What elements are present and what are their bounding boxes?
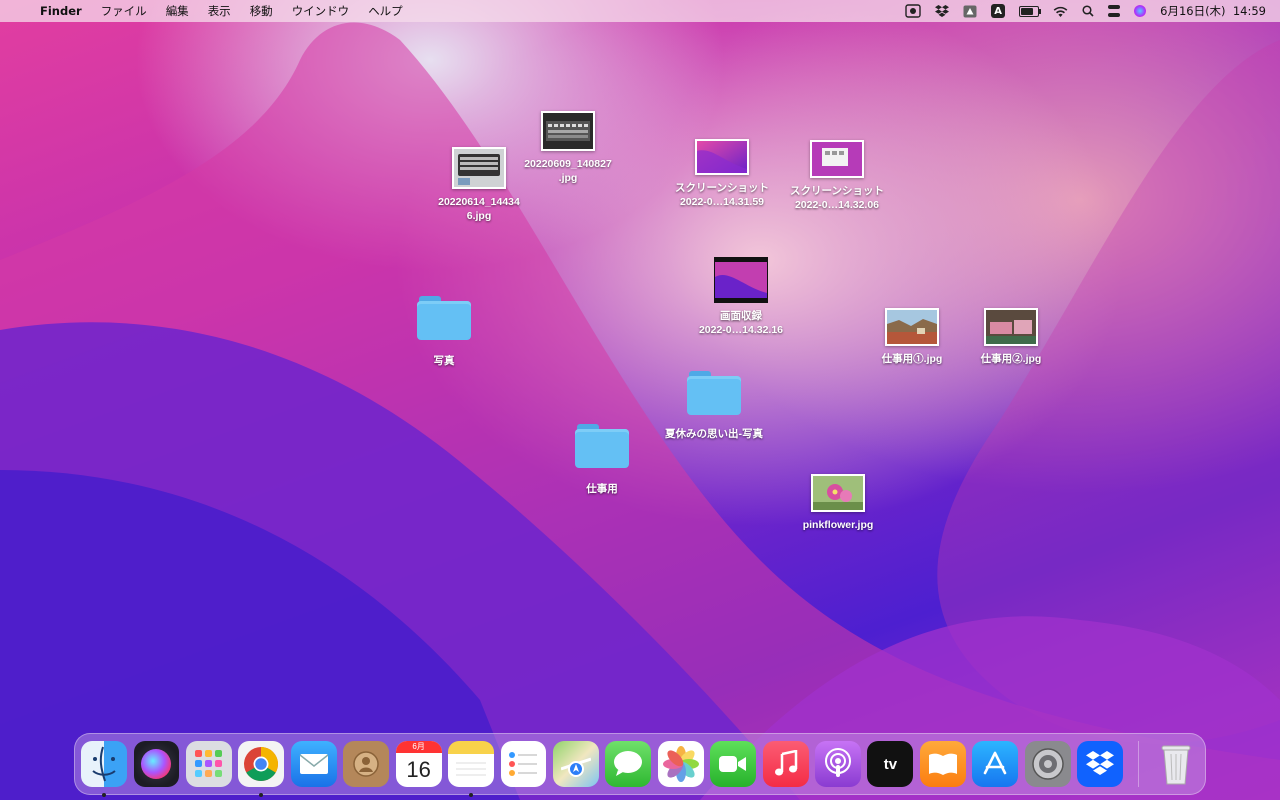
dock-books-icon[interactable]	[919, 741, 966, 787]
desktop-file-pinkflower[interactable]: pinkflower.jpg	[783, 474, 893, 532]
menu-bar: Finder ファイル 編集 表示 移動 ウインドウ ヘルプ A 6月16日(木…	[0, 0, 1280, 22]
dock-launchpad-icon[interactable]	[185, 741, 232, 787]
dock-podcasts-icon[interactable]	[815, 741, 861, 787]
calendar-month: 6月	[395, 741, 442, 753]
folder-icon	[687, 371, 741, 415]
dropbox-icon[interactable]	[935, 4, 950, 18]
folder-label: 写真	[433, 355, 455, 367]
file-label: 20220609_140827 .jpg	[524, 158, 612, 184]
calendar-day: 16	[406, 757, 431, 782]
desktop-folder-summer-memories[interactable]: 夏休みの思い出-写真	[659, 371, 769, 441]
dock: 6月 16 tv	[74, 733, 1206, 797]
drive-icon[interactable]	[963, 5, 977, 18]
menu-file[interactable]: ファイル	[101, 3, 147, 19]
dock-maps-icon[interactable]	[552, 741, 599, 787]
wallpaper-waves	[0, 22, 1280, 800]
dock-separator	[1137, 741, 1139, 787]
desktop-folder-photos[interactable]: 写真	[389, 296, 499, 368]
dock-apple-tv-icon[interactable]: tv	[867, 741, 914, 787]
dock-calendar-icon[interactable]: 6月 16	[395, 741, 442, 787]
menu-app-name[interactable]: Finder	[40, 4, 82, 18]
desktop-file-screenshot-1[interactable]: スクリーンショット 2022-0…14.31.59	[667, 139, 777, 209]
desktop-folder-work[interactable]: 仕事用	[547, 424, 657, 496]
desktop-file-work-1[interactable]: 仕事用①.jpg	[857, 308, 967, 366]
desktop-file-screen-recording[interactable]: 画面収録 2022-0…14.32.16	[686, 257, 796, 337]
dock-trash-icon[interactable]	[1153, 741, 1199, 787]
video-thumbnail	[714, 257, 768, 303]
folder-icon	[417, 296, 471, 340]
menu-go[interactable]: 移動	[250, 3, 273, 19]
file-label: スクリーンショット 2022-0…14.31.59	[675, 182, 769, 208]
dock-music-icon[interactable]	[762, 741, 809, 787]
siri-icon[interactable]	[1134, 5, 1147, 17]
desktop-file-screenshot-2[interactable]: スクリーンショット 2022-0…14.32.06	[782, 140, 892, 212]
image-thumbnail	[452, 147, 506, 189]
folder-label: 仕事用	[586, 483, 618, 495]
input-source-icon[interactable]: A	[991, 4, 1006, 18]
desktop-wallpaper	[0, 0, 1280, 800]
menu-view[interactable]: 表示	[208, 3, 231, 19]
wifi-icon[interactable]	[1053, 6, 1068, 17]
file-label: 画面収録 2022-0…14.32.16	[698, 310, 784, 336]
dock-siri-icon[interactable]	[133, 741, 180, 787]
image-thumbnail	[984, 308, 1038, 346]
dock-app-store-icon[interactable]	[972, 741, 1019, 787]
dock-facetime-icon[interactable]	[710, 741, 757, 787]
apple-tv-label: tv	[883, 755, 898, 773]
image-thumbnail	[885, 308, 939, 346]
file-label: 仕事用②.jpg	[980, 353, 1042, 365]
dock-finder-icon[interactable]	[81, 741, 127, 797]
menu-help[interactable]: ヘルプ	[368, 3, 403, 19]
image-thumbnail	[810, 140, 864, 178]
menu-edit[interactable]: 編集	[166, 3, 189, 19]
menu-clock[interactable]: 6月16日(木) 14:59	[1160, 3, 1266, 19]
battery-icon[interactable]	[1019, 5, 1042, 17]
spotlight-icon[interactable]	[1082, 5, 1094, 17]
control-center-icon[interactable]	[1108, 5, 1121, 17]
dock-messages-icon[interactable]	[605, 741, 652, 787]
dock-system-preferences-icon[interactable]	[1024, 741, 1071, 787]
running-indicator	[102, 793, 106, 797]
dock-contacts-icon[interactable]	[343, 741, 390, 787]
image-thumbnail	[811, 474, 865, 512]
desktop-file-20220614-144346[interactable]: 20220614_14434 6.jpg	[424, 147, 534, 223]
input-source-label: A	[991, 4, 1006, 18]
dock-dropbox-icon[interactable]	[1077, 741, 1124, 787]
image-thumbnail	[695, 139, 749, 175]
menu-window[interactable]: ウインドウ	[292, 3, 350, 19]
file-label: 仕事用①.jpg	[881, 353, 943, 365]
desktop-file-work-2[interactable]: 仕事用②.jpg	[956, 308, 1066, 366]
dock-chrome-icon[interactable]	[238, 741, 285, 797]
dock-photos-icon[interactable]	[657, 741, 704, 787]
folder-label: 夏休みの思い出-写真	[665, 428, 763, 440]
dock-notes-icon[interactable]	[448, 741, 495, 797]
dock-reminders-icon[interactable]	[500, 741, 547, 787]
screenshot-icon[interactable]	[905, 4, 921, 18]
folder-icon	[575, 424, 629, 468]
image-thumbnail	[541, 111, 595, 151]
file-label: スクリーンショット 2022-0…14.32.06	[790, 185, 884, 211]
file-label: pinkflower.jpg	[802, 519, 874, 531]
file-label: 20220614_14434 6.jpg	[438, 196, 520, 222]
dock-mail-icon[interactable]	[290, 741, 337, 787]
